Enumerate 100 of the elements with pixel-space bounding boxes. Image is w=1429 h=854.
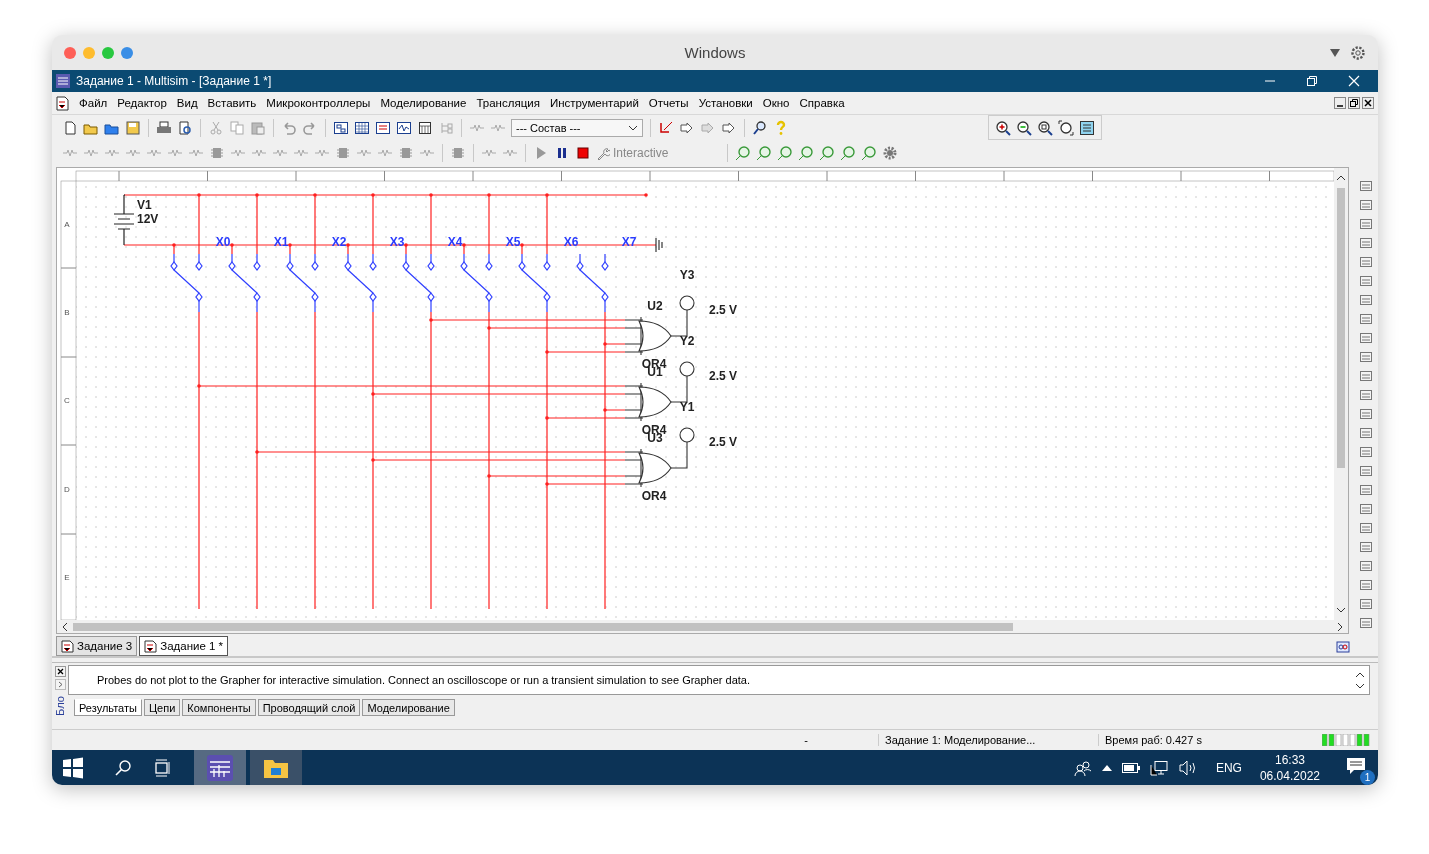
scroll-up-icon[interactable] <box>1355 670 1365 679</box>
instrument-icon[interactable] <box>1358 350 1373 364</box>
notification-icon[interactable] <box>1346 756 1366 776</box>
stop-icon[interactable] <box>575 144 591 161</box>
taskbar-app-button[interactable] <box>250 750 302 785</box>
table-icon[interactable] <box>417 119 433 136</box>
instrument-icon[interactable] <box>1358 293 1373 307</box>
instrument-icon[interactable] <box>1358 502 1373 516</box>
battery-icon[interactable] <box>1121 762 1140 773</box>
probe-icon[interactable] <box>798 144 815 161</box>
instrument-icon[interactable] <box>1358 540 1373 554</box>
instrument-icon[interactable] <box>1358 236 1373 250</box>
menu-item[interactable]: Трансляция <box>471 97 545 109</box>
print-icon[interactable] <box>156 119 172 136</box>
scroll-down-icon[interactable] <box>1355 681 1365 690</box>
instrument-icon[interactable] <box>1358 521 1373 535</box>
document-icon[interactable] <box>55 95 70 111</box>
panel-label[interactable]: Бло <box>54 696 66 716</box>
restore-icon[interactable] <box>1306 75 1318 87</box>
scroll-up-icon[interactable] <box>1336 174 1346 182</box>
output-tab[interactable]: Компоненты <box>182 699 256 716</box>
clock-time[interactable]: 16:33 <box>1274 751 1305 768</box>
clock-date[interactable]: 06.04.2022 <box>1259 767 1320 784</box>
zoom-fit-icon[interactable] <box>1058 119 1074 136</box>
menu-item[interactable]: Инструментарий <box>544 97 644 109</box>
instrument-icon[interactable] <box>1358 312 1373 326</box>
menu-item[interactable]: Установки <box>693 97 758 109</box>
scrollbar-thumb[interactable] <box>1337 188 1345 468</box>
menu-item[interactable]: Вид <box>171 97 203 109</box>
instrument-icon[interactable] <box>1358 616 1373 630</box>
windows-logo-icon[interactable] <box>62 756 84 779</box>
instrument-icon[interactable] <box>1358 597 1373 611</box>
output-tab[interactable]: Результаты <box>74 699 142 716</box>
menu-item[interactable]: Окно <box>757 97 795 109</box>
instrument-icon[interactable] <box>1358 369 1373 383</box>
instrument-icon[interactable] <box>1358 559 1373 573</box>
language-indicator[interactable]: ENG <box>1215 760 1242 775</box>
taskbar-app-button[interactable] <box>194 750 246 785</box>
people-icon[interactable] <box>1073 759 1092 776</box>
close-icon[interactable] <box>1362 97 1374 109</box>
restore-icon[interactable] <box>1348 97 1360 109</box>
probe-icon[interactable] <box>735 144 752 161</box>
component-list-dropdown[interactable]: --- Состав --- <box>511 118 643 137</box>
instrument-icon[interactable] <box>1358 426 1373 440</box>
menu-item[interactable]: Микроконтроллеры <box>261 97 376 109</box>
grid-icon[interactable] <box>354 119 370 136</box>
instrument-icon[interactable] <box>1358 483 1373 497</box>
instrument-icon[interactable] <box>1358 407 1373 421</box>
settings-icon[interactable] <box>1350 44 1366 61</box>
menu-item[interactable]: Отчеты <box>643 97 694 109</box>
zoom-area-icon[interactable] <box>1037 119 1053 136</box>
caret-up-icon[interactable] <box>1101 764 1112 771</box>
search-icon[interactable] <box>752 119 768 136</box>
scrollbar-thumb[interactable] <box>73 622 1013 631</box>
probe-icon[interactable] <box>756 144 773 161</box>
close-icon[interactable] <box>54 666 66 677</box>
instrument-icon[interactable] <box>1358 445 1373 459</box>
task-view-icon[interactable] <box>154 758 172 777</box>
output-tab[interactable]: Моделирование <box>362 699 455 716</box>
document-tab[interactable]: Задание 1 * <box>139 636 229 656</box>
scroll-right-icon[interactable] <box>1336 621 1344 632</box>
instrument-icon[interactable] <box>1358 217 1373 231</box>
vertical-scrollbar[interactable] <box>1334 168 1348 620</box>
instrument-icon[interactable] <box>1358 331 1373 345</box>
gear-icon[interactable] <box>882 144 899 161</box>
sheet-icon[interactable] <box>1079 119 1095 136</box>
undo-icon[interactable] <box>281 119 297 136</box>
instrument-icon[interactable] <box>1358 274 1373 288</box>
probe-icon[interactable] <box>777 144 794 161</box>
minimize-icon[interactable] <box>1334 97 1346 109</box>
probe-icon[interactable] <box>861 144 878 161</box>
probe-icon[interactable] <box>819 144 836 161</box>
menu-item[interactable]: Редактор <box>112 97 172 109</box>
instrument-icon[interactable] <box>1358 578 1373 592</box>
volume-icon[interactable] <box>1177 759 1198 776</box>
scroll-down-icon[interactable] <box>1336 606 1346 614</box>
instrument-icon[interactable] <box>1358 179 1373 193</box>
list-window-icon[interactable] <box>375 119 391 136</box>
print-preview-icon[interactable] <box>177 119 193 136</box>
probe-icon[interactable] <box>840 144 857 161</box>
new-file-icon[interactable] <box>62 119 78 136</box>
horizontal-scrollbar[interactable] <box>57 620 1348 633</box>
menu-item[interactable]: Вставить <box>202 97 262 109</box>
instrument-icon[interactable] <box>1358 388 1373 402</box>
zoom-in-icon[interactable] <box>995 119 1011 136</box>
menu-item[interactable]: Справка <box>794 97 850 109</box>
output-tab[interactable]: Проводящий слой <box>257 699 361 716</box>
zoom-out-icon[interactable] <box>1016 119 1032 136</box>
instrument-icon[interactable] <box>1358 255 1373 269</box>
save-icon[interactable] <box>125 119 141 136</box>
instrument-icon[interactable] <box>1358 198 1373 212</box>
fullscreen-light-icon[interactable] <box>121 46 133 59</box>
menu-item[interactable]: Моделирование <box>375 97 472 109</box>
close-light-icon[interactable] <box>64 46 76 59</box>
network-icon[interactable] <box>1149 759 1168 776</box>
redo-icon[interactable] <box>302 119 318 136</box>
graph-icon[interactable] <box>396 119 412 136</box>
instrument-icon[interactable] <box>1358 464 1373 478</box>
dropdown-triangle-icon[interactable] <box>1330 48 1340 57</box>
document-tab[interactable]: Задание 3 <box>56 636 138 656</box>
